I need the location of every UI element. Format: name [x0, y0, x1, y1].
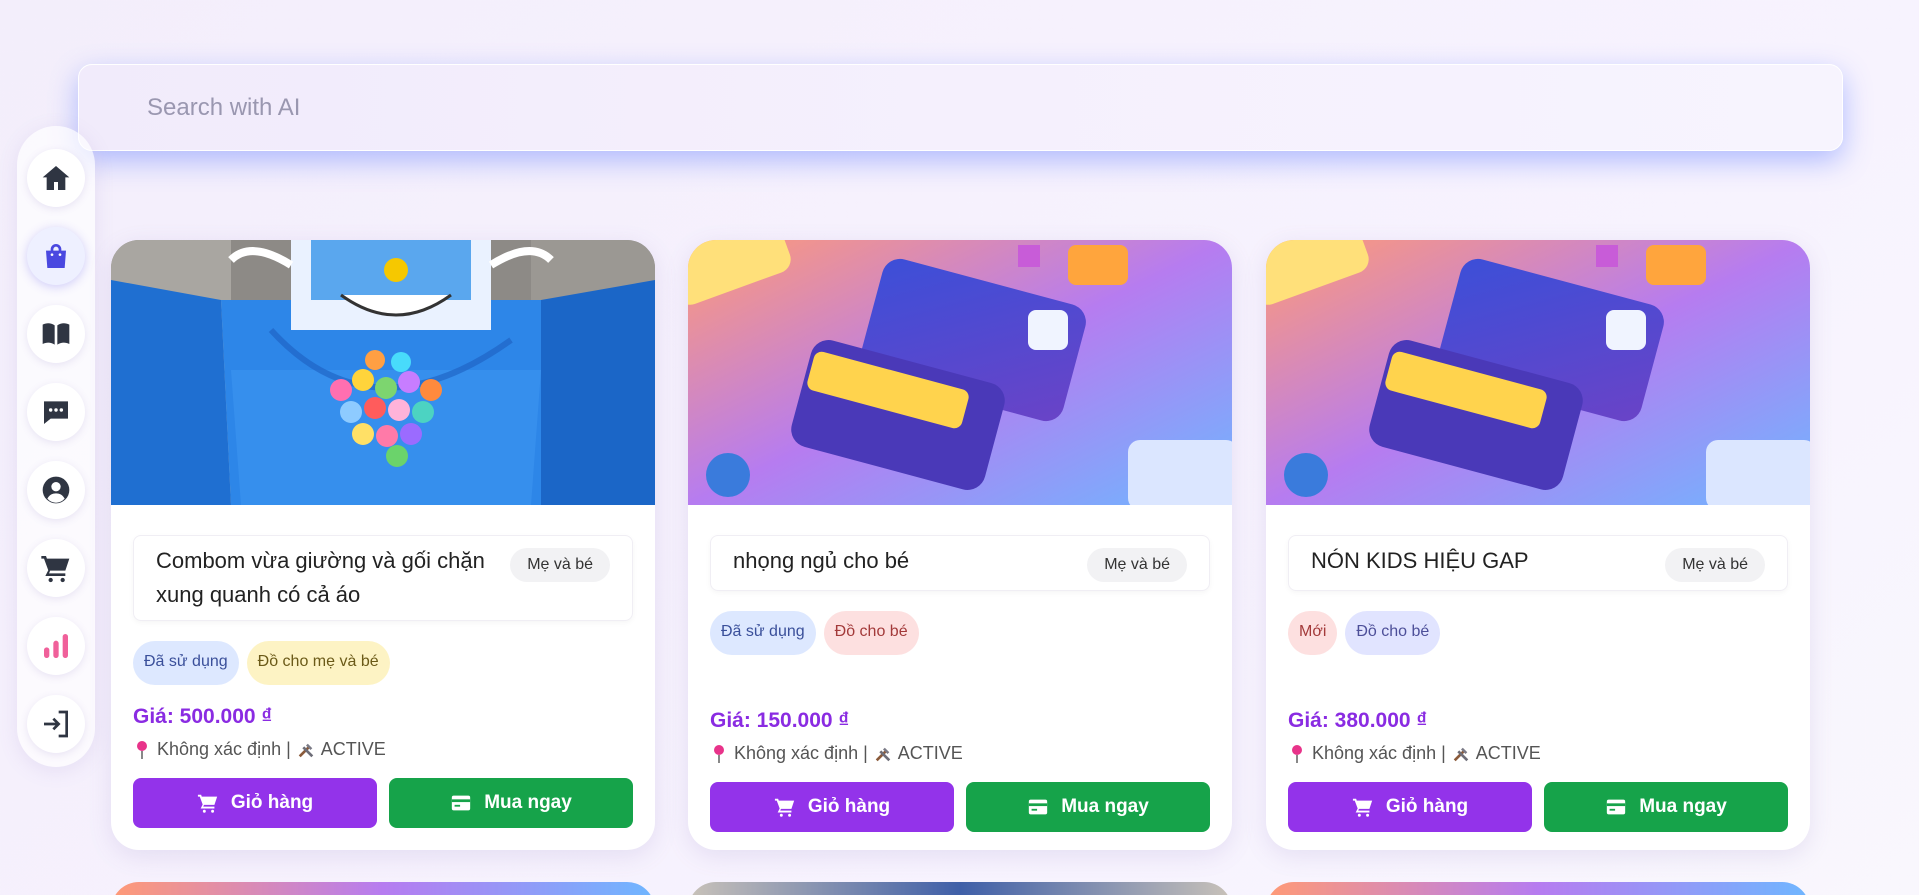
tools-icon: [298, 743, 314, 757]
product-card-peek[interactable]: [688, 882, 1232, 895]
sidebar-item-stats[interactable]: [27, 617, 85, 675]
sidebar-item-blog[interactable]: [27, 305, 85, 363]
product-title[interactable]: nhọng ngủ cho bé: [733, 544, 909, 578]
cart-icon: [197, 794, 217, 813]
cart-button-label: Giỏ hàng: [1385, 796, 1469, 817]
location-text: Không xác định |: [1312, 743, 1446, 763]
product-header: Combom vừa giường và gối chặn xung quanh…: [133, 535, 633, 621]
search-bar: [78, 64, 1843, 151]
shopping-bag-icon: [46, 244, 66, 268]
chat-icon: [44, 401, 68, 424]
status-text: ACTIVE: [1475, 743, 1541, 763]
chart-icon: [44, 634, 68, 658]
cart-icon: [1352, 798, 1372, 817]
location-text: Không xác định |: [734, 743, 868, 763]
sidebar-item-login[interactable]: [27, 695, 85, 753]
credit-card-icon: [452, 795, 471, 811]
sidebar-item-chat[interactable]: [27, 383, 85, 441]
type-tag: Đồ cho mẹ và bé: [246, 641, 390, 685]
card-actions: Giỏ hàng Mua ngay: [133, 778, 633, 828]
product-image[interactable]: [1266, 240, 1810, 505]
product-card-peek[interactable]: [111, 882, 655, 895]
buy-now-button[interactable]: Mua ngay: [1544, 782, 1788, 832]
product-card[interactable]: nhọng ngủ cho bé Mẹ và bé Đã sử dụng Đồ …: [688, 240, 1232, 850]
pin-icon: [714, 744, 724, 763]
category-chip: Mẹ và bé: [510, 548, 610, 582]
add-to-cart-button[interactable]: Giỏ hàng: [133, 778, 377, 828]
add-to-cart-button[interactable]: Giỏ hàng: [710, 782, 954, 832]
location-text: Không xác định |: [157, 739, 291, 759]
sidebar-item-home[interactable]: [27, 149, 85, 207]
product-card[interactable]: NÓN KIDS HIỆU GAP Mẹ và bé Mới Đồ cho bé…: [1266, 240, 1810, 850]
cart-button-label: Giỏ hàng: [230, 792, 314, 813]
product-header: nhọng ngủ cho bé Mẹ và bé: [710, 535, 1210, 591]
buy-button-label: Mua ngay: [484, 792, 572, 813]
sidebar-item-cart[interactable]: [27, 539, 85, 597]
sidebar-item-profile[interactable]: [27, 461, 85, 519]
category-chip: Mẹ và bé: [1087, 548, 1187, 582]
home-icon: [42, 166, 70, 190]
buy-button-label: Mua ngay: [1639, 796, 1727, 817]
sidebar-item-shop[interactable]: [27, 227, 85, 285]
condition-tag: Mới: [1288, 611, 1338, 655]
category-chip: Mẹ và bé: [1665, 548, 1765, 582]
status-text: ACTIVE: [320, 739, 386, 759]
product-meta: Không xác định | ACTIVE: [133, 739, 633, 760]
add-to-cart-button[interactable]: Giỏ hàng: [1288, 782, 1532, 832]
type-tag: Đồ cho bé: [823, 611, 919, 655]
type-tag: Đồ cho bé: [1345, 611, 1441, 655]
product-title[interactable]: NÓN KIDS HIỆU GAP: [1311, 544, 1529, 578]
tools-icon: [875, 747, 891, 761]
ball-pit-image: [111, 240, 655, 505]
login-icon: [44, 710, 68, 738]
condition-tag: Đã sử dụng: [710, 611, 816, 655]
card-actions: Giỏ hàng Mua ngay: [710, 782, 1210, 832]
tools-icon: [1453, 747, 1469, 761]
product-image[interactable]: [111, 240, 655, 505]
credit-card-icon: [1607, 799, 1626, 815]
buy-button-label: Mua ngay: [1061, 796, 1149, 817]
tag-list: Mới Đồ cho bé: [1288, 611, 1788, 655]
product-title[interactable]: Combom vừa giường và gối chặn xung quanh…: [156, 544, 496, 612]
buy-now-button[interactable]: Mua ngay: [389, 778, 633, 828]
price: Giá: 150.000 ₫: [710, 709, 850, 732]
sidebar: [17, 126, 95, 767]
tag-list: Đã sử dụng Đồ cho bé: [710, 611, 1210, 655]
cart-button-label: Giỏ hàng: [807, 796, 891, 817]
cart-icon: [41, 556, 70, 583]
placeholder-illustration: [1266, 240, 1810, 505]
product-meta: Không xác định | ACTIVE: [710, 743, 1210, 764]
cart-icon: [774, 798, 794, 817]
price: Giá: 380.000 ₫: [1288, 709, 1428, 732]
product-image[interactable]: [688, 240, 1232, 505]
placeholder-illustration: [688, 240, 1232, 505]
card-actions: Giỏ hàng Mua ngay: [1288, 782, 1788, 832]
tag-list: Đã sử dụng Đồ cho mẹ và bé: [133, 641, 633, 685]
status-text: ACTIVE: [897, 743, 963, 763]
product-header: NÓN KIDS HIỆU GAP Mẹ và bé: [1288, 535, 1788, 591]
user-icon: [42, 476, 70, 504]
pin-icon: [1292, 744, 1302, 763]
pin-icon: [137, 740, 147, 759]
search-input[interactable]: [147, 93, 1647, 122]
product-card-peek[interactable]: [1266, 882, 1810, 895]
product-card[interactable]: Combom vừa giường và gối chặn xung quanh…: [111, 240, 655, 850]
book-icon: [42, 323, 70, 345]
condition-tag: Đã sử dụng: [133, 641, 239, 685]
buy-now-button[interactable]: Mua ngay: [966, 782, 1210, 832]
credit-card-icon: [1029, 799, 1048, 815]
price: Giá: 500.000 ₫: [133, 705, 273, 728]
product-meta: Không xác định | ACTIVE: [1288, 743, 1788, 764]
